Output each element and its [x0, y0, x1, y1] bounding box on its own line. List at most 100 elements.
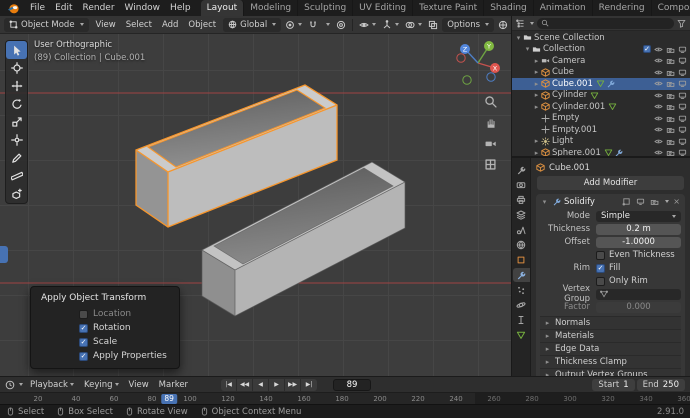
filter-icon[interactable] — [677, 19, 686, 28]
blender-logo-menu[interactable] — [3, 2, 24, 15]
disclosure-icon[interactable]: ▾ — [514, 34, 523, 42]
disable-in-viewports-toggle[interactable] — [678, 79, 687, 88]
properties-tab-particles[interactable] — [513, 283, 530, 297]
disclosure-icon[interactable]: ▸ — [532, 149, 541, 156]
outliner-row-sphere-001[interactable]: ▸Sphere.001 — [512, 147, 690, 156]
disable-in-renders-toggle[interactable] — [666, 79, 675, 88]
disable-in-viewports-toggle[interactable] — [678, 45, 687, 54]
hide-in-viewport-toggle[interactable] — [654, 114, 663, 123]
location-checkbox[interactable] — [79, 310, 88, 319]
properties-tab-constraints[interactable] — [513, 313, 530, 327]
disable-in-viewports-toggle[interactable] — [678, 91, 687, 100]
workspace-tab-modeling[interactable]: Modeling — [244, 0, 298, 16]
properties-tab-modifiers[interactable] — [513, 268, 530, 282]
menu-view[interactable]: View — [91, 19, 121, 31]
section-edge-data[interactable]: ▸Edge Data — [540, 342, 681, 355]
move-tool-button[interactable] — [6, 77, 27, 95]
menu-view[interactable]: View — [124, 379, 154, 391]
disable-in-renders-toggle[interactable] — [666, 56, 675, 65]
even-thickness-checkbox[interactable] — [596, 251, 605, 260]
jump-to-end-button[interactable]: ▶| — [301, 379, 317, 391]
rotation-checkbox[interactable] — [79, 324, 88, 333]
menu-edit[interactable]: Edit — [50, 2, 77, 14]
hide-in-viewport-toggle[interactable] — [654, 137, 663, 146]
play-reverse-button[interactable]: ◀ — [253, 379, 269, 391]
section-thickness-clamp[interactable]: ▸Thickness Clamp — [540, 355, 681, 368]
outliner-row-scene-collection[interactable]: ▾Scene Collection — [512, 32, 690, 44]
menu-help[interactable]: Help — [165, 2, 196, 14]
apply-properties-checkbox[interactable] — [79, 352, 88, 361]
disable-in-renders-toggle[interactable] — [666, 91, 675, 100]
hide-in-viewport-toggle[interactable] — [654, 125, 663, 134]
display-realtime-toggle[interactable] — [635, 197, 646, 206]
options-dropdown[interactable]: Options — [442, 18, 494, 32]
rotate-tool-button[interactable] — [6, 95, 27, 113]
display-in-editmode-toggle[interactable] — [621, 197, 632, 206]
delete-modifier-button[interactable]: × — [672, 197, 681, 206]
mode-dropdown[interactable]: Simple — [596, 211, 681, 222]
pivot-point-button[interactable] — [283, 18, 304, 32]
popup-option-apply-properties[interactable]: Apply Properties — [31, 349, 179, 363]
mode-selector[interactable]: Object Mode — [4, 18, 89, 32]
shading-wireframe-button[interactable] — [496, 18, 510, 32]
xray-toggle-button[interactable] — [426, 18, 440, 32]
menu-keying[interactable]: Keying — [79, 379, 124, 391]
scale-checkbox[interactable] — [79, 338, 88, 347]
section-normals[interactable]: ▸Normals — [540, 316, 681, 329]
properties-tab-object-data[interactable] — [513, 328, 530, 342]
outliner-row-empty[interactable]: Empty — [512, 113, 690, 125]
outliner-row-cylinder-001[interactable]: ▸Cylinder.001 — [512, 101, 690, 113]
add-cube-tool-button[interactable] — [6, 185, 27, 203]
disclosure-icon[interactable]: ▸ — [532, 91, 541, 99]
workspace-tab-sculpting[interactable]: Sculpting — [298, 0, 353, 16]
modifier-name[interactable]: Solidify — [564, 197, 595, 207]
timeline-editor-icon[interactable] — [5, 380, 15, 390]
menu-select[interactable]: Select — [121, 19, 157, 31]
disable-in-viewports-toggle[interactable] — [678, 148, 687, 156]
scale-tool-button[interactable] — [6, 113, 27, 131]
popup-option-rotation[interactable]: Rotation — [31, 321, 179, 335]
disable-in-viewports-toggle[interactable] — [678, 125, 687, 134]
jump-to-next-keyframe-button[interactable]: ▶▶ — [285, 379, 301, 391]
collection-exclude-checkbox[interactable] — [643, 45, 651, 53]
disclosure-icon[interactable]: ▸ — [532, 103, 541, 111]
section-output-vertex-groups[interactable]: ▸Output Vertex Groups — [540, 368, 681, 376]
disable-in-renders-toggle[interactable] — [666, 45, 675, 54]
expand-arrow-icon[interactable]: ▾ — [540, 198, 549, 206]
jump-to-start-button[interactable]: |◀ — [221, 379, 237, 391]
properties-tab-render[interactable] — [513, 178, 530, 192]
outliner-row-empty-001[interactable]: Empty.001 — [512, 124, 690, 136]
display-render-toggle[interactable] — [649, 197, 660, 206]
hide-in-viewport-toggle[interactable] — [654, 148, 663, 156]
transform-tool-button[interactable] — [6, 131, 27, 149]
measure-tool-button[interactable] — [6, 167, 27, 185]
play-button[interactable]: ▶ — [269, 379, 285, 391]
outliner-editor-icon[interactable] — [516, 19, 525, 28]
hide-in-viewport-toggle[interactable] — [654, 56, 663, 65]
timeline-ruler[interactable]: 2040608010012014016018020022024026028030… — [0, 392, 690, 404]
hide-in-viewport-toggle[interactable] — [654, 68, 663, 77]
show-gizmos-button[interactable] — [380, 18, 401, 32]
disable-in-viewports-toggle[interactable] — [678, 137, 687, 146]
disable-in-renders-toggle[interactable] — [666, 68, 675, 77]
menu-object[interactable]: Object — [183, 19, 221, 31]
disable-in-renders-toggle[interactable] — [666, 114, 675, 123]
hide-in-viewport-toggle[interactable] — [654, 91, 663, 100]
add-modifier-button[interactable]: Add Modifier — [537, 176, 684, 190]
hide-in-viewport-toggle[interactable] — [654, 102, 663, 111]
disclosure-icon[interactable]: ▸ — [532, 68, 541, 76]
section-materials[interactable]: ▸Materials — [540, 329, 681, 342]
properties-tab-world[interactable] — [513, 238, 530, 252]
factor-field[interactable]: 0.000 — [596, 302, 681, 313]
outliner-row-cube[interactable]: ▸Cube — [512, 67, 690, 79]
snap-toggle-button[interactable] — [306, 18, 320, 32]
disable-in-renders-toggle[interactable] — [666, 137, 675, 146]
properties-tab-tool[interactable] — [513, 163, 530, 177]
jump-to-prev-keyframe-button[interactable]: ◀◀ — [237, 379, 253, 391]
outliner-row-camera[interactable]: ▸Camera — [512, 55, 690, 67]
menu-marker[interactable]: Marker — [154, 379, 193, 391]
fill-checkbox[interactable] — [596, 264, 605, 273]
workspace-tab-rendering[interactable]: Rendering — [593, 0, 652, 16]
vertex-group-field[interactable] — [596, 289, 681, 300]
menu-file[interactable]: File — [25, 2, 50, 14]
